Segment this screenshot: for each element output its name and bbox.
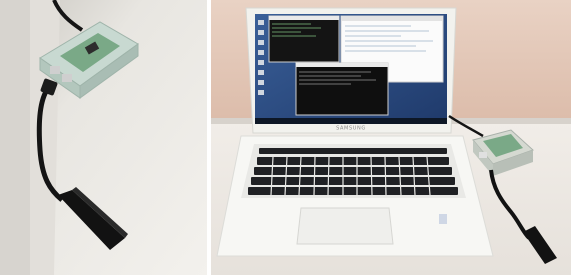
left-wall-edge [0,0,30,275]
intel-sticker [439,214,447,224]
touchpad [296,207,394,245]
usb-port-2 [62,74,72,82]
usb-port [50,66,60,74]
terminal-window-1 [268,15,340,63]
laptop-brand-label: SAMSUNG [336,126,366,132]
laptop-keyboard [241,144,466,198]
photo-right-illustration: SAMSUNG [211,0,571,275]
photo-left-raspberry-pi [0,0,207,275]
terminal-window-2 [295,62,389,116]
photo-right-laptop: SAMSUNG [211,0,571,275]
photo-left-illustration [0,0,207,275]
taskbar [255,118,447,124]
laptop-screen-assembly: SAMSUNG [245,7,457,134]
